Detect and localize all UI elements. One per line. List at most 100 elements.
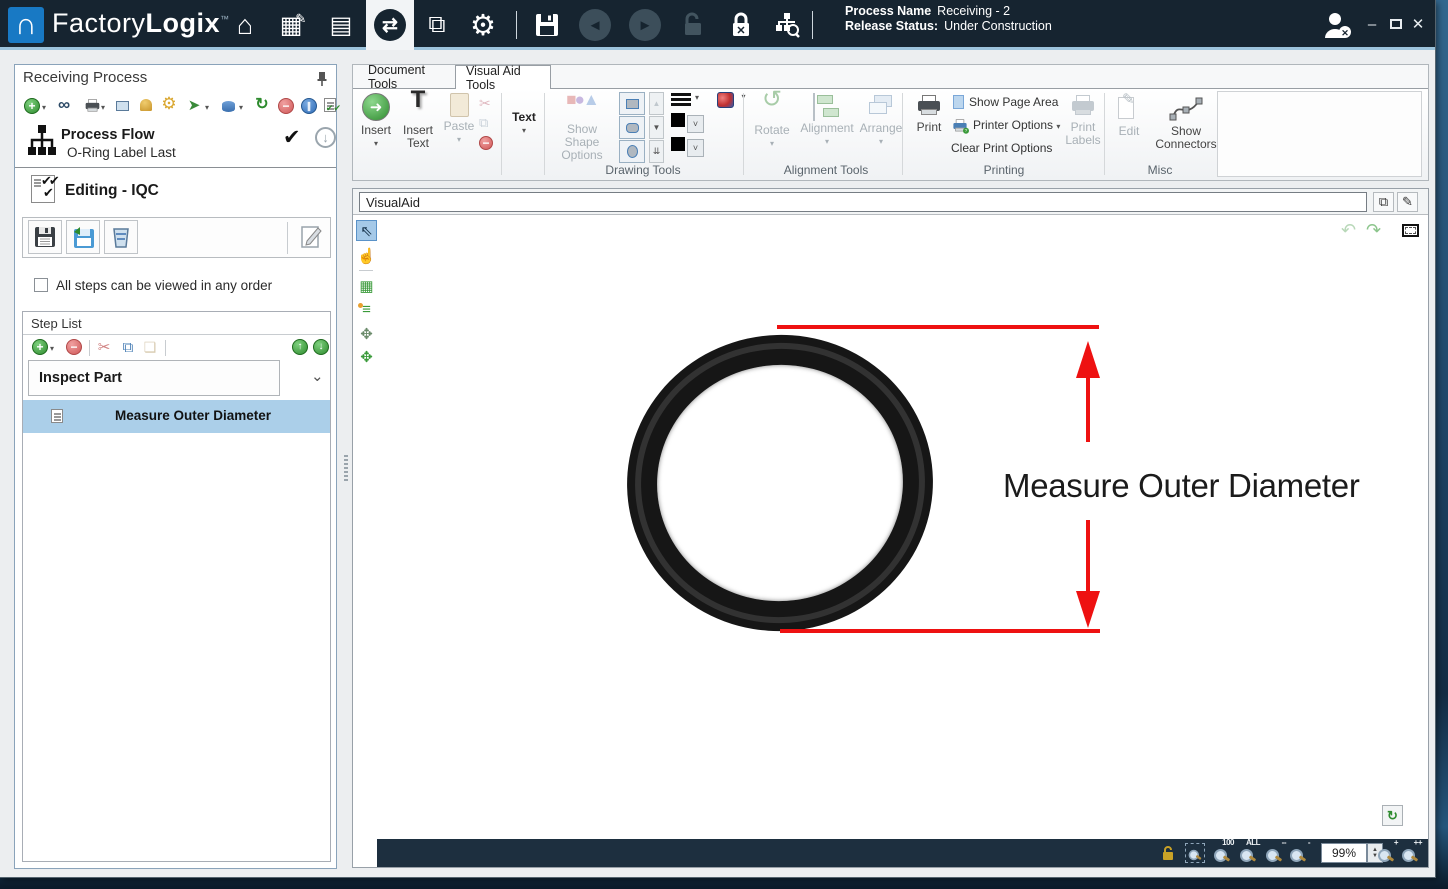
minimize-button[interactable]: – — [1362, 14, 1382, 34]
dimension-shaft-bottom[interactable] — [1086, 520, 1090, 593]
clear-print-options-button[interactable]: Clear Print Options — [951, 141, 1052, 155]
deploy-dropdown-caret[interactable]: ▾ — [205, 103, 209, 112]
arrange-button[interactable]: Arrange ▾ — [857, 93, 905, 148]
insert-text-button[interactable]: T Insert Text — [397, 93, 439, 150]
find-binoculars-icon[interactable]: ∞ — [55, 96, 73, 114]
cut-icon[interactable]: ✂ — [95, 338, 113, 356]
any-order-checkbox[interactable] — [34, 278, 48, 292]
add-step-caret[interactable]: ▾ — [50, 344, 54, 353]
print-button[interactable]: Print — [909, 95, 949, 134]
manage-visual-aids-button[interactable]: ⧉ — [1373, 192, 1394, 212]
bell-icon[interactable] — [137, 96, 155, 114]
refresh-icon[interactable]: ↻ — [253, 95, 271, 113]
presentation-icon[interactable] — [113, 97, 131, 115]
edit-visual-aid-button[interactable]: ✎ — [1397, 192, 1418, 212]
delete-button[interactable] — [104, 220, 138, 254]
copy-icon[interactable]: ⧉ — [479, 115, 488, 131]
stop-icon[interactable]: − — [277, 97, 295, 115]
zoom-fit-all-button[interactable]: ALL — [1239, 844, 1257, 862]
edit-notes-button[interactable] — [294, 220, 328, 254]
move-step-down-icon[interactable]: ↓ — [312, 338, 330, 356]
deploy-icon[interactable]: ➤ — [185, 96, 203, 114]
edit-button[interactable]: ✎ Edit — [1109, 95, 1149, 138]
add-step-icon[interactable]: + — [31, 338, 49, 356]
dimension-top-line[interactable] — [777, 325, 1099, 329]
confirm-check-icon[interactable]: ✔ — [283, 125, 301, 150]
collapse-down-icon[interactable]: ↓ — [315, 127, 336, 148]
canvas-refresh-button[interactable]: ↻ — [1382, 805, 1403, 826]
remove-icon[interactable]: − — [479, 136, 493, 150]
paste-button[interactable]: Paste ▾ — [441, 93, 477, 146]
zoom-out-fast-button[interactable]: -- — [1265, 844, 1283, 862]
unlock-icon[interactable] — [674, 6, 712, 44]
gear-gold-icon[interactable]: ⚙ — [160, 95, 178, 113]
line-width-button[interactable]: ▾ — [671, 93, 699, 112]
ellipse-tool[interactable] — [619, 140, 645, 163]
tab-document-tools[interactable]: Document Tools — [358, 65, 455, 89]
remove-step-icon[interactable]: − — [65, 338, 83, 356]
copy-icon[interactable]: ⧉ — [119, 338, 137, 356]
move-step-up-icon[interactable]: ↑ — [291, 338, 309, 356]
settings-gear-icon[interactable]: ⚙ — [464, 6, 502, 44]
dimension-shaft-top[interactable] — [1086, 376, 1090, 442]
print-labels-button[interactable]: Print Labels — [1061, 95, 1105, 147]
canvas-redo-icon[interactable]: ↷ — [1363, 220, 1384, 241]
materials-stack-icon[interactable]: ▤ — [322, 6, 360, 44]
visual-aid-name-input[interactable] — [359, 192, 1367, 212]
zoom-in-button[interactable]: + — [1377, 844, 1395, 862]
show-shape-options-button[interactable]: ■●▲ Show Shape Options — [549, 93, 615, 162]
undo-back-icon[interactable]: ◄ — [576, 6, 614, 44]
fullscreen-monitor-icon[interactable] — [1402, 224, 1419, 237]
alignment-button[interactable]: Alignment ▾ — [799, 93, 855, 148]
snap-lines-tool[interactable]: ≡ — [356, 299, 377, 320]
shape-style-button[interactable]: ▾ — [717, 92, 745, 113]
lock-cancel-icon[interactable]: ✕ — [722, 6, 760, 44]
rectangle-tool[interactable] — [619, 92, 645, 115]
zoom-region-tool[interactable] — [1185, 843, 1205, 863]
annotation-text[interactable]: Measure Outer Diameter — [1003, 467, 1360, 505]
panel-splitter-handle[interactable] — [344, 455, 348, 481]
process-navigator-selected-tile[interactable]: ⇄ — [366, 0, 414, 50]
save-icon[interactable] — [528, 6, 566, 44]
insert-button[interactable]: ➜ Insert ▾ — [357, 93, 395, 150]
pin-icon[interactable] — [316, 71, 328, 87]
database-dropdown-caret[interactable]: ▾ — [239, 103, 243, 112]
shape-scroll-up[interactable]: ▲ — [649, 92, 664, 115]
show-page-area-button[interactable]: Show Page Area — [953, 95, 1058, 109]
paste-icon[interactable]: ❏ — [141, 338, 159, 356]
shape-scroll-down[interactable]: ▼ — [649, 116, 664, 139]
logout-user-icon[interactable]: ✕ — [1318, 6, 1356, 44]
add-icon[interactable]: + — [23, 97, 41, 115]
print-icon[interactable] — [81, 97, 99, 115]
close-button[interactable]: ✕ — [1408, 14, 1428, 34]
step-row-selected[interactable]: Measure Outer Diameter — [23, 400, 330, 433]
save-as-button[interactable] — [66, 220, 100, 254]
oring-image[interactable] — [610, 317, 950, 648]
checklist-icon[interactable]: ✔✔ — [321, 96, 339, 114]
dimension-arrowhead-up[interactable] — [1076, 341, 1100, 378]
save-document-button[interactable] — [28, 220, 62, 254]
move-anchor-tool[interactable]: ✥ — [356, 346, 377, 367]
pause-icon[interactable]: ∥ — [300, 97, 318, 115]
step-group-header[interactable]: Inspect Part — [28, 360, 280, 396]
database-export-icon[interactable] — [219, 97, 237, 115]
dimension-bottom-line[interactable] — [780, 629, 1100, 633]
print-dropdown-caret[interactable]: ▾ — [101, 103, 105, 112]
show-connectors-button[interactable]: Show Connectors — [1153, 95, 1219, 151]
zoom-100-button[interactable]: 100 — [1213, 844, 1231, 862]
chevron-down-icon[interactable]: ⌄ — [311, 367, 324, 385]
shape-more[interactable]: ⇊ — [649, 140, 664, 163]
printer-options-button[interactable]: ?Printer Options ▾ — [951, 118, 1060, 137]
zoom-in-fast-button[interactable]: ++ — [1401, 844, 1419, 862]
pan-hand-tool[interactable]: ☝ — [356, 245, 377, 266]
zoom-out-button[interactable]: - — [1289, 844, 1307, 862]
redo-forward-icon[interactable]: ► — [626, 6, 664, 44]
maximize-button[interactable] — [1386, 14, 1406, 34]
grid-toggle-tool[interactable]: ▦ — [356, 275, 377, 296]
tab-visual-aid-tools[interactable]: Visual Aid Tools — [455, 65, 551, 89]
rounded-rectangle-tool[interactable] — [619, 116, 645, 139]
cut-icon[interactable]: ✂ — [479, 95, 491, 112]
canvas-undo-icon[interactable]: ↶ — [1338, 220, 1359, 241]
process-search-icon[interactable] — [768, 6, 806, 44]
rotate-button[interactable]: ↺ Rotate ▾ — [749, 93, 795, 150]
